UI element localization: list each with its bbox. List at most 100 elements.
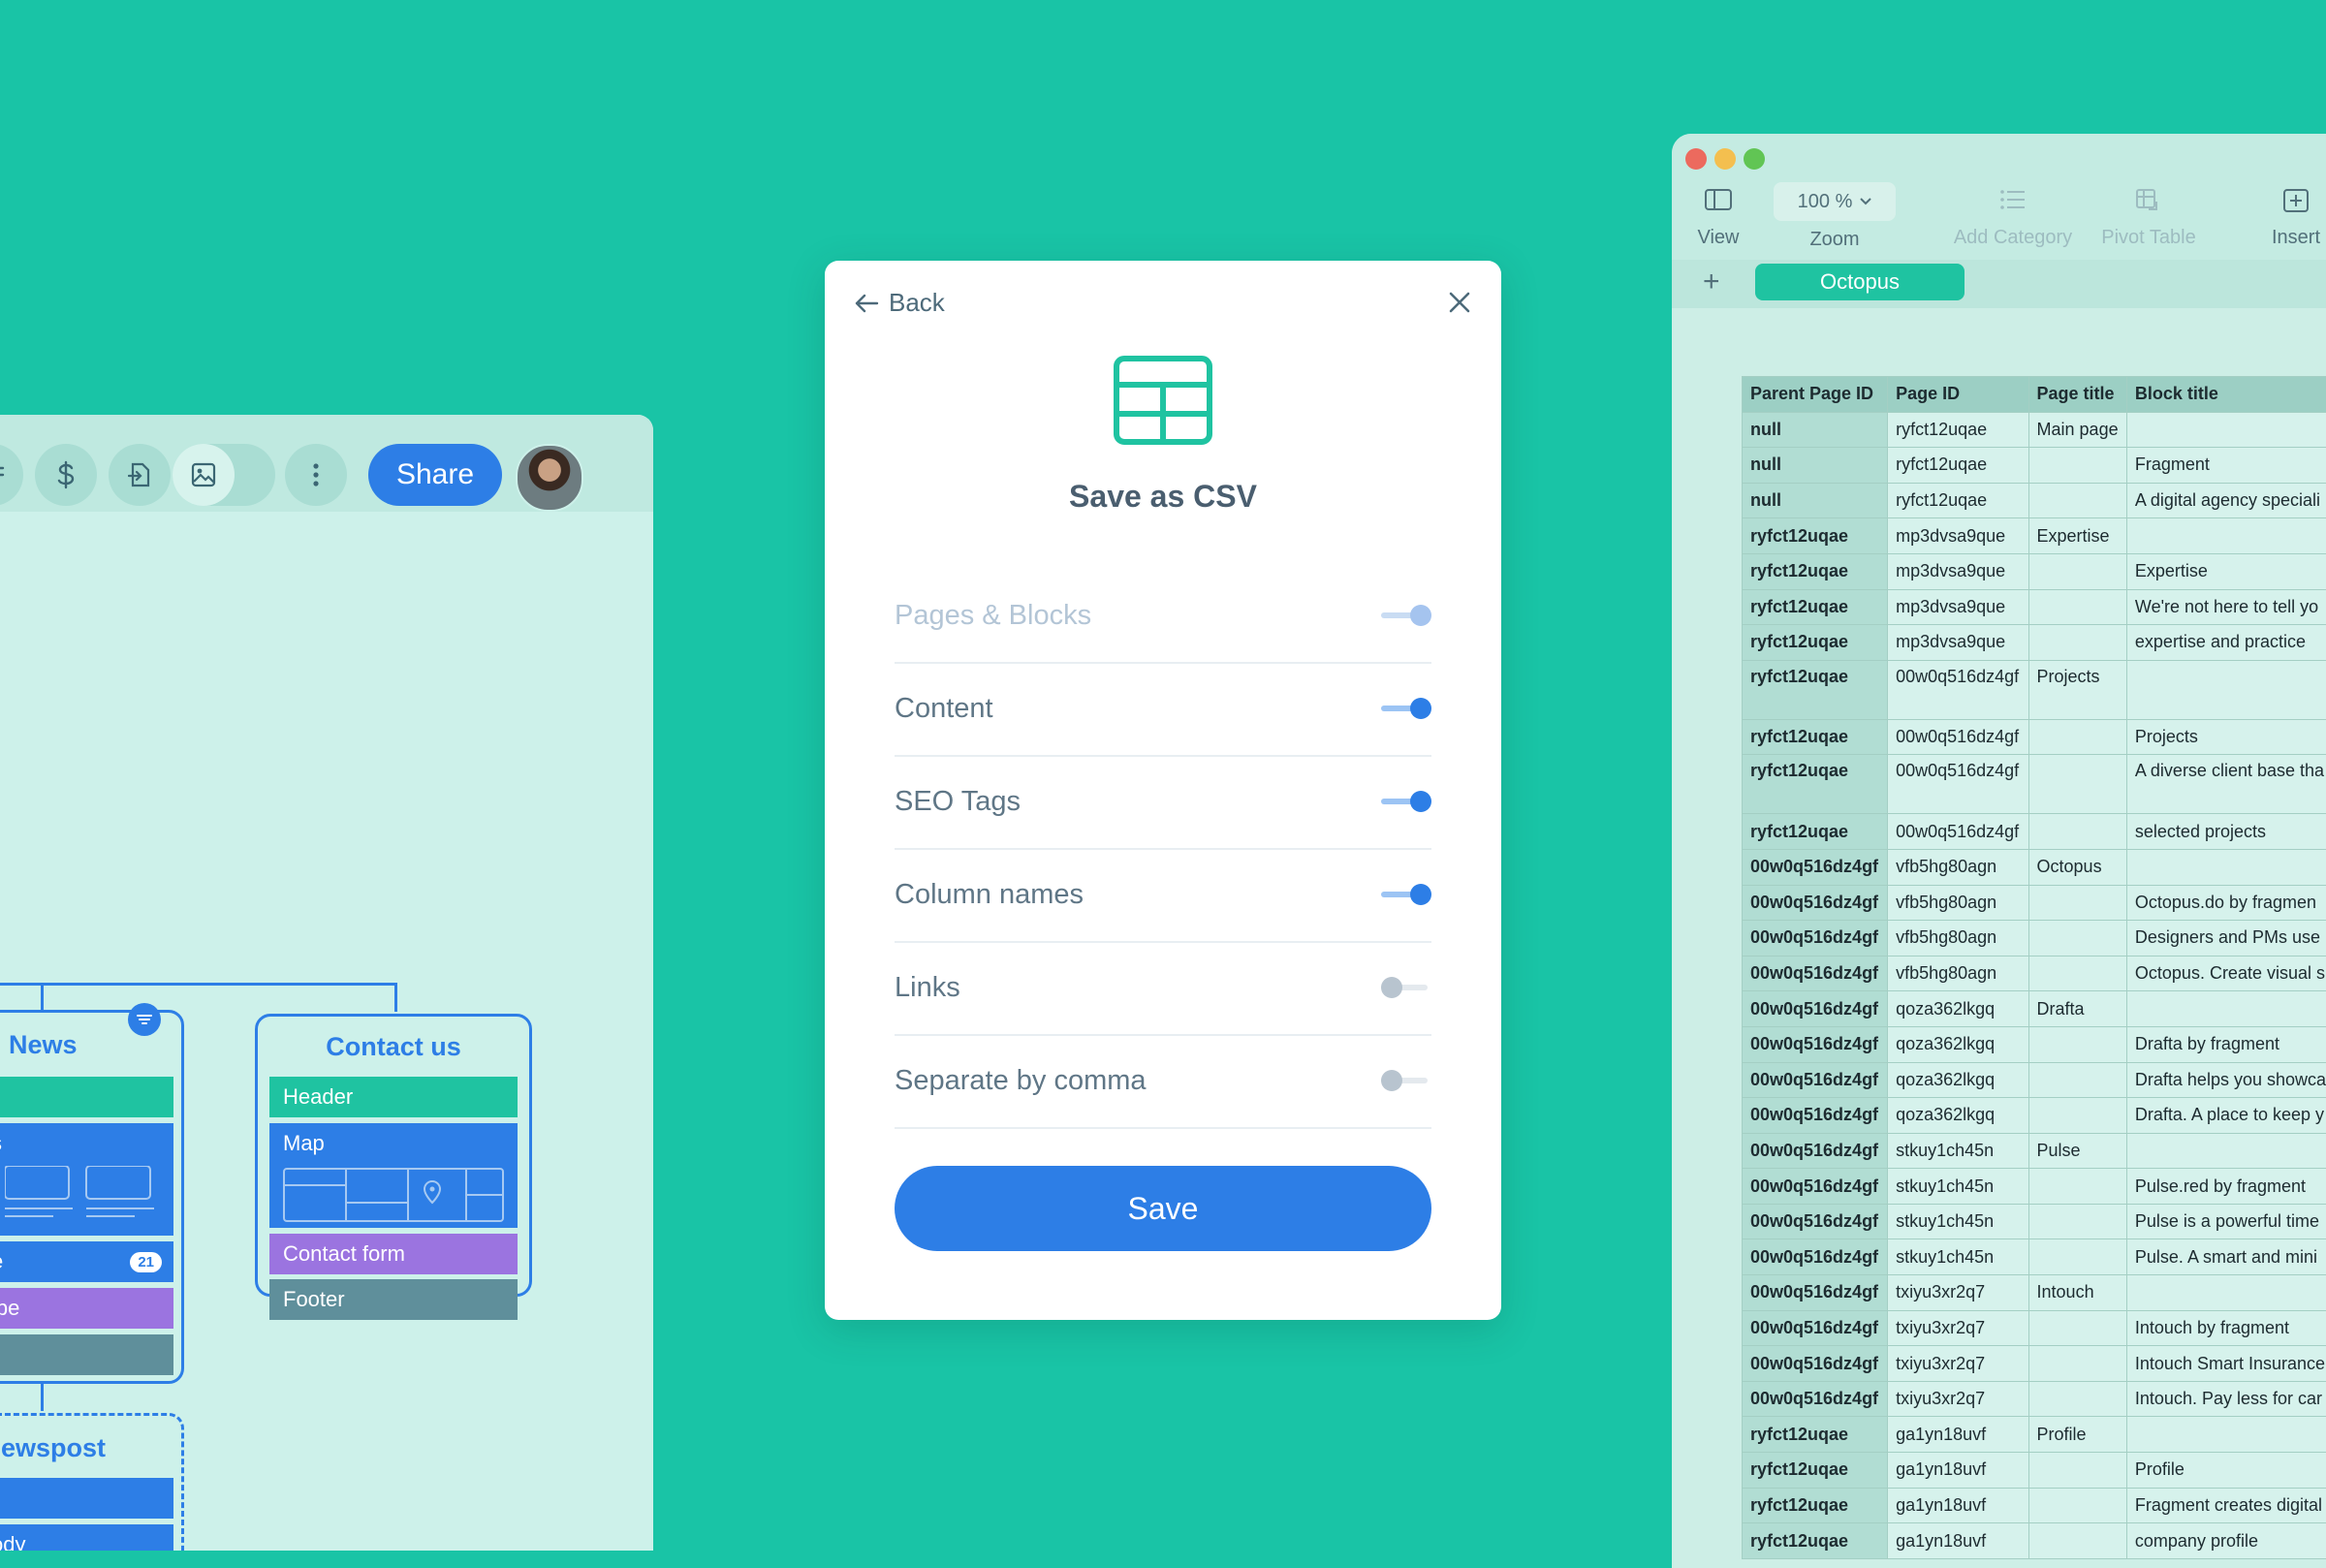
save-button[interactable]: Save bbox=[895, 1166, 1431, 1251]
table-cell[interactable] bbox=[2028, 885, 2126, 921]
table-cell[interactable] bbox=[2126, 412, 2326, 448]
table-cell[interactable]: qoza362lkgq bbox=[1888, 1026, 2028, 1062]
table-cell[interactable]: A digital agency speciali bbox=[2126, 483, 2326, 518]
close-icon[interactable] bbox=[1445, 288, 1474, 317]
table-row[interactable]: nullryfct12uqaeA digital agency speciali bbox=[1743, 483, 2326, 518]
table-cell[interactable]: ryfct12uqae bbox=[1743, 589, 1888, 625]
separate-by-comma-toggle[interactable] bbox=[1381, 1069, 1431, 1092]
minimize-window-icon[interactable] bbox=[1714, 148, 1736, 170]
table-cell[interactable]: Profile bbox=[2028, 1417, 2126, 1453]
table-cell[interactable]: ryfct12uqae bbox=[1743, 1417, 1888, 1453]
table-cell[interactable]: Main page bbox=[2028, 412, 2126, 448]
add-category-button[interactable]: Add Category bbox=[1945, 188, 2081, 249]
table-cell[interactable]: ryfct12uqae bbox=[1743, 625, 1888, 661]
table-cell[interactable]: Drafta bbox=[2028, 991, 2126, 1027]
table-cell[interactable]: ga1yn18uvf bbox=[1888, 1453, 2028, 1489]
table-cell[interactable] bbox=[2028, 1381, 2126, 1417]
table-cell[interactable]: Fragment bbox=[2126, 448, 2326, 484]
block-map[interactable]: Map bbox=[269, 1123, 518, 1228]
table-cell[interactable]: qoza362lkgq bbox=[1888, 1062, 2028, 1098]
table-cell[interactable]: 00w0q516dz4gf bbox=[1743, 1026, 1888, 1062]
zoom-select[interactable]: 100 % bbox=[1774, 182, 1896, 221]
table-row[interactable]: ryfct12uqaemp3dvsa9que expertise and prac… bbox=[1743, 625, 2326, 661]
table-row[interactable]: ryfct12uqaemp3dvsa9queExpertise bbox=[1743, 553, 2326, 589]
table-cell[interactable]: stkuy1ch45n bbox=[1888, 1133, 2028, 1169]
content-toggle[interactable] bbox=[1381, 697, 1431, 720]
table-cell[interactable]: ryfct12uqae bbox=[1743, 1453, 1888, 1489]
table-cell[interactable] bbox=[2126, 849, 2326, 885]
column-header[interactable]: Page title bbox=[2028, 377, 2126, 413]
table-row[interactable]: ryfct12uqaega1yn18uvf Profile bbox=[1743, 1453, 2326, 1489]
table-cell[interactable]: Octopus bbox=[2028, 849, 2126, 885]
block-subscribe[interactable]: ibe bbox=[0, 1288, 173, 1329]
table-cell[interactable]: qoza362lkgq bbox=[1888, 1098, 2028, 1134]
table-cell[interactable]: 00w0q516dz4gf bbox=[1888, 814, 2028, 850]
table-row[interactable]: 00w0q516dz4gfstkuy1ch45n Pulse. A smart a… bbox=[1743, 1239, 2326, 1275]
block-list[interactable]: s bbox=[0, 1123, 173, 1236]
table-cell[interactable] bbox=[2126, 991, 2326, 1027]
table-cell[interactable]: 00w0q516dz4gf bbox=[1743, 1239, 1888, 1275]
table-cell[interactable]: company profile bbox=[2126, 1523, 2326, 1559]
table-cell[interactable]: expertise and practice bbox=[2126, 625, 2326, 661]
column-names-toggle[interactable] bbox=[1381, 883, 1431, 906]
block-hero[interactable] bbox=[0, 1478, 173, 1519]
insert-button[interactable]: Insert bbox=[2257, 188, 2326, 249]
table-cell[interactable]: null bbox=[1743, 483, 1888, 518]
table-cell[interactable]: stkuy1ch45n bbox=[1888, 1169, 2028, 1205]
table-row[interactable]: ryfct12uqaega1yn18uvfFragment creates di… bbox=[1743, 1488, 2326, 1523]
menu-icon[interactable] bbox=[0, 444, 23, 506]
news-card[interactable]: News r s e 21 ibe bbox=[0, 1010, 184, 1384]
table-row[interactable]: ryfct12uqaega1yn18uvfProfile bbox=[1743, 1417, 2326, 1453]
table-cell[interactable]: mp3dvsa9que bbox=[1888, 589, 2028, 625]
block-items[interactable]: e 21 bbox=[0, 1241, 173, 1282]
table-cell[interactable] bbox=[2028, 1239, 2126, 1275]
add-sheet-icon[interactable]: + bbox=[1703, 266, 1720, 298]
table-cell[interactable]: Expertise bbox=[2126, 553, 2326, 589]
newspost-card[interactable]: ewspost ody bbox=[0, 1413, 184, 1551]
table-cell[interactable]: Pulse.red by fragment bbox=[2126, 1169, 2326, 1205]
table-cell[interactable] bbox=[2028, 448, 2126, 484]
table-cell[interactable]: A diverse client base tha bbox=[2126, 755, 2326, 814]
table-cell[interactable] bbox=[2028, 755, 2126, 814]
table-cell[interactable]: Intouch. Pay less for car bbox=[2126, 1381, 2326, 1417]
table-cell[interactable] bbox=[2028, 921, 2126, 956]
table-cell[interactable]: 00w0q516dz4gf bbox=[1743, 1062, 1888, 1098]
filter-icon[interactable] bbox=[128, 1003, 161, 1036]
table-cell[interactable] bbox=[2126, 660, 2326, 719]
table-cell[interactable]: ga1yn18uvf bbox=[1888, 1488, 2028, 1523]
table-row[interactable]: ryfct12uqaemp3dvsa9queWe're not here to … bbox=[1743, 589, 2326, 625]
table-cell[interactable] bbox=[2028, 814, 2126, 850]
table-cell[interactable] bbox=[2028, 625, 2126, 661]
table-cell[interactable]: Drafta by fragment bbox=[2126, 1026, 2326, 1062]
table-cell[interactable]: Octopus.do by fragmen bbox=[2126, 885, 2326, 921]
table-cell[interactable] bbox=[2126, 1417, 2326, 1453]
table-row[interactable]: ryfct12uqae00w0q516dz4gfProjects bbox=[1743, 660, 2326, 719]
table-row[interactable]: 00w0q516dz4gftxiyu3xr2q7Intouch bbox=[1743, 1275, 2326, 1311]
block-contact-form[interactable]: Contact form bbox=[269, 1234, 518, 1274]
table-cell[interactable]: ryfct12uqae bbox=[1743, 553, 1888, 589]
table-cell[interactable]: ga1yn18uvf bbox=[1888, 1417, 2028, 1453]
table-cell[interactable] bbox=[2028, 1098, 2126, 1134]
table-cell[interactable]: stkuy1ch45n bbox=[1888, 1239, 2028, 1275]
table-cell[interactable]: Designers and PMs use bbox=[2126, 921, 2326, 956]
image-icon[interactable] bbox=[173, 444, 235, 506]
table-cell[interactable]: Profile bbox=[2126, 1453, 2326, 1489]
table-cell[interactable]: ryfct12uqae bbox=[1743, 518, 1888, 554]
table-cell[interactable]: txiyu3xr2q7 bbox=[1888, 1310, 2028, 1346]
table-row[interactable]: 00w0q516dz4gfvfb5hg80agnOctopus bbox=[1743, 849, 2326, 885]
table-row[interactable]: 00w0q516dz4gfqoza362lkgq Drafta by fragme… bbox=[1743, 1026, 2326, 1062]
image-toggle[interactable] bbox=[173, 444, 275, 506]
table-cell[interactable]: Pulse bbox=[2028, 1133, 2126, 1169]
dollar-icon[interactable] bbox=[35, 444, 97, 506]
share-button[interactable]: Share bbox=[368, 444, 502, 506]
pivot-table-button[interactable]: Pivot Table bbox=[2090, 188, 2207, 249]
table-cell[interactable] bbox=[2028, 483, 2126, 518]
table-cell[interactable]: Pulse. A smart and mini bbox=[2126, 1239, 2326, 1275]
table-cell[interactable]: ryfct12uqae bbox=[1743, 755, 1888, 814]
table-cell[interactable]: Projects bbox=[2126, 719, 2326, 755]
table-cell[interactable]: mp3dvsa9que bbox=[1888, 518, 2028, 554]
table-cell[interactable] bbox=[2028, 956, 2126, 991]
column-header[interactable]: Block title bbox=[2126, 377, 2326, 413]
table-cell[interactable]: mp3dvsa9que bbox=[1888, 625, 2028, 661]
table-cell[interactable]: 00w0q516dz4gf bbox=[1743, 1346, 1888, 1382]
